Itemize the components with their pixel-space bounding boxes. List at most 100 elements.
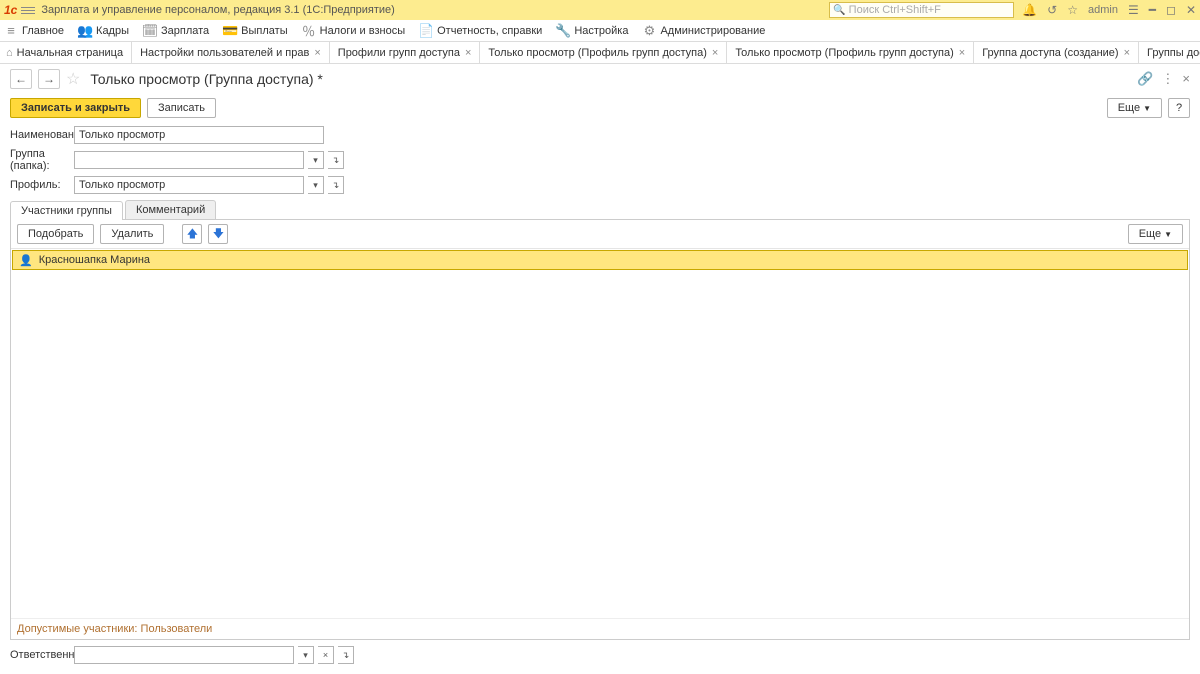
tab-profile-view2[interactable]: Только просмотр (Профиль групп доступа) × bbox=[727, 42, 974, 63]
group-label: Группа (папка): bbox=[10, 148, 70, 172]
more-button[interactable]: Еще ▼ bbox=[1107, 98, 1162, 118]
menu-icon: ≡ bbox=[4, 24, 18, 38]
members-table: Подобрать Удалить 🡅 🡇 Еще ▼ 👤 Красношапк… bbox=[10, 220, 1190, 640]
close-window-icon[interactable]: ✕ bbox=[1186, 3, 1196, 17]
chevron-down-icon: ▼ bbox=[1164, 230, 1172, 239]
profile-open-button[interactable]: ↴ bbox=[328, 176, 344, 194]
menu-zarplata[interactable]: 🗓Зарплата bbox=[143, 24, 209, 38]
page-tabs: Участники группы Комментарий bbox=[10, 200, 1190, 220]
favorite-star-icon[interactable]: ☆ bbox=[66, 69, 80, 89]
menu-label: Настройка bbox=[574, 25, 628, 37]
home-icon: ⌂ bbox=[6, 47, 13, 59]
more-label: Еще bbox=[1118, 102, 1140, 114]
allowed-members-note: Допустимые участники: Пользователи bbox=[11, 618, 1189, 639]
tab-profiles[interactable]: Профили групп доступа× bbox=[330, 42, 481, 63]
tab-home[interactable]: ⌂ Начальная страница bbox=[0, 42, 132, 63]
menu-label: Налоги и взносы bbox=[320, 25, 406, 37]
close-icon[interactable]: × bbox=[314, 47, 320, 59]
responsible-clear-button[interactable]: × bbox=[318, 646, 334, 664]
close-icon[interactable]: × bbox=[1124, 47, 1130, 59]
menu-kadry[interactable]: 👥 Кадры bbox=[78, 24, 129, 38]
table-row[interactable]: 👤 Красношапка Марина bbox=[12, 250, 1188, 270]
responsible-open-button[interactable]: ↴ bbox=[338, 646, 354, 664]
menu-otchet[interactable]: 📄 Отчетность, справки bbox=[419, 24, 542, 38]
name-input[interactable]: Только просмотр bbox=[74, 126, 324, 144]
bell-icon[interactable]: 🔔 bbox=[1022, 3, 1037, 17]
table-toolbar: Подобрать Удалить 🡅 🡇 Еще ▼ bbox=[11, 220, 1189, 249]
menu-label: Кадры bbox=[96, 25, 129, 37]
maximize-icon[interactable]: ◻ bbox=[1166, 3, 1176, 17]
minimize-icon[interactable]: ━ bbox=[1149, 3, 1156, 17]
save-close-button[interactable]: Записать и закрыть bbox=[10, 98, 141, 118]
table-body[interactable]: 👤 Красношапка Марина bbox=[11, 249, 1189, 618]
menu-admin[interactable]: ⚙ Администрирование bbox=[642, 24, 765, 38]
settings-icon[interactable]: ☰ bbox=[1128, 3, 1139, 17]
main-panel-toggle-icon[interactable] bbox=[21, 3, 35, 17]
profile-input[interactable]: Только просмотр bbox=[74, 176, 304, 194]
menu-vyplaty[interactable]: 💳 Выплаты bbox=[223, 24, 287, 38]
menu-label: Выплаты bbox=[241, 25, 287, 37]
table-more-button[interactable]: Еще ▼ bbox=[1128, 224, 1183, 244]
help-button[interactable]: ? bbox=[1168, 98, 1190, 118]
percent-icon: ％ bbox=[302, 24, 316, 38]
profile-dropdown-button[interactable]: ▾ bbox=[308, 176, 324, 194]
star-icon[interactable]: ☆ bbox=[1067, 3, 1078, 17]
menu-nastroika[interactable]: 🔧 Настройка bbox=[556, 24, 628, 38]
footer-label: Допустимые участники: bbox=[17, 623, 137, 635]
wrench-icon: 🔧 bbox=[556, 24, 570, 38]
menu-main[interactable]: ≡ Главное bbox=[4, 24, 64, 38]
global-search-input[interactable]: 🔍 Поиск Ctrl+Shift+F bbox=[829, 2, 1014, 18]
kebab-icon[interactable]: ⋮ bbox=[1161, 71, 1174, 87]
card-icon: 💳 bbox=[223, 24, 237, 38]
tab-label: Только просмотр (Профиль групп доступа) bbox=[735, 47, 953, 59]
chevron-down-icon: ▼ bbox=[1143, 104, 1151, 113]
user-icon: 👤 bbox=[19, 254, 33, 267]
tab-members[interactable]: Участники группы bbox=[10, 201, 123, 220]
menu-label: Администрирование bbox=[660, 25, 765, 37]
move-down-button[interactable]: 🡇 bbox=[208, 224, 228, 244]
app-logo: 1c bbox=[4, 3, 17, 17]
responsible-input[interactable] bbox=[74, 646, 294, 664]
tab-groups[interactable]: Группы доступа× bbox=[1139, 42, 1200, 63]
nav-forward-button[interactable]: → bbox=[38, 69, 60, 89]
save-button[interactable]: Записать bbox=[147, 98, 216, 118]
group-input[interactable] bbox=[74, 151, 304, 169]
main-menu: ≡ Главное 👥 Кадры 🗓Зарплата 💳 Выплаты ％ Нало… bbox=[0, 20, 1200, 42]
tab-label: Группы доступа bbox=[1147, 47, 1200, 59]
close-icon[interactable]: × bbox=[959, 47, 965, 59]
group-dropdown-button[interactable]: ▾ bbox=[308, 151, 324, 169]
tab-label: Начальная страница bbox=[17, 47, 123, 59]
tab-label: Группа доступа (создание) bbox=[982, 47, 1118, 59]
menu-nalogi[interactable]: ％ Налоги и взносы bbox=[302, 24, 406, 38]
form-fields: Наименование: Только просмотр Группа (па… bbox=[0, 126, 1200, 194]
pick-button[interactable]: Подобрать bbox=[17, 224, 94, 244]
group-open-button[interactable]: ↴ bbox=[328, 151, 344, 169]
title-bar: 1c Зарплата и управление персоналом, ред… bbox=[0, 0, 1200, 20]
close-form-icon[interactable]: × bbox=[1182, 71, 1190, 87]
link-icon[interactable]: 🔗 bbox=[1137, 71, 1153, 87]
menu-label: Отчетность, справки bbox=[437, 25, 542, 37]
window-tabs: ⌂ Начальная страница Настройки пользовате… bbox=[0, 42, 1200, 64]
delete-button[interactable]: Удалить bbox=[100, 224, 164, 244]
tab-profile-view1[interactable]: Только просмотр (Профиль групп доступа)× bbox=[480, 42, 727, 63]
move-up-button[interactable]: 🡅 bbox=[182, 224, 202, 244]
form-title: Только просмотр (Группа доступа) * bbox=[90, 71, 323, 87]
search-placeholder: Поиск Ctrl+Shift+F bbox=[849, 4, 1011, 16]
form-header: ← → ☆ Только просмотр (Группа доступа) *… bbox=[0, 64, 1200, 94]
member-name: Красношапка Марина bbox=[39, 254, 150, 266]
current-user[interactable]: admin bbox=[1088, 4, 1118, 16]
people-icon: 👥 bbox=[78, 24, 92, 38]
tab-group-create[interactable]: Группа доступа (создание) × bbox=[974, 42, 1139, 63]
document-icon: 📄 bbox=[419, 24, 433, 38]
close-icon[interactable]: × bbox=[465, 47, 471, 59]
gear-icon: ⚙ bbox=[642, 24, 656, 38]
nav-back-button[interactable]: ← bbox=[10, 69, 32, 89]
menu-label: Главное bbox=[22, 25, 64, 37]
tab-comment[interactable]: Комментарий bbox=[125, 200, 216, 219]
tab-label: Настройки пользователей и прав bbox=[140, 47, 309, 59]
responsible-dropdown-button[interactable]: ▾ bbox=[298, 646, 314, 664]
tab-settings-users[interactable]: Настройки пользователей и прав × bbox=[132, 42, 330, 63]
action-bar: Записать и закрыть Записать Еще ▼ ? bbox=[0, 94, 1200, 126]
history-icon[interactable]: ↺ bbox=[1047, 3, 1057, 17]
close-icon[interactable]: × bbox=[712, 47, 718, 59]
